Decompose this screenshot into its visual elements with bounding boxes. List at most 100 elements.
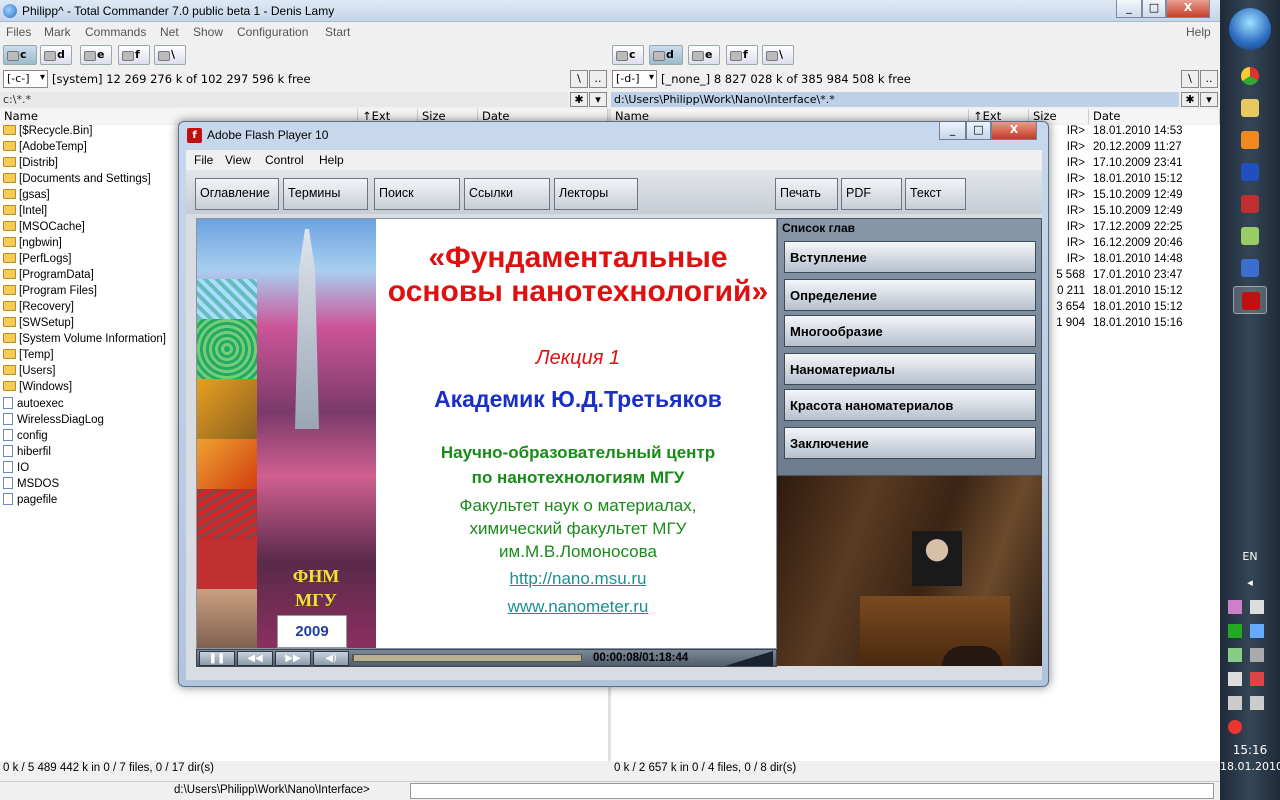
volume-icon[interactable] — [1228, 720, 1242, 734]
flash-menu-control[interactable]: Control — [265, 153, 304, 167]
menu-start[interactable]: Start — [325, 25, 350, 39]
nav-links-button[interactable]: Ссылки — [464, 178, 550, 210]
close-button[interactable]: X — [1166, 0, 1210, 18]
lecturer-figure — [912, 531, 962, 586]
taskbar-app5[interactable] — [1233, 190, 1267, 218]
nav-search-button[interactable]: Поиск — [374, 178, 460, 210]
tray-icon[interactable] — [1228, 600, 1242, 614]
nav-lecturers-button[interactable]: Лекторы — [554, 178, 638, 210]
slide-link-nanometer[interactable]: www.nanometer.ru — [379, 597, 777, 617]
flash-window-title: Adobe Flash Player 10 — [207, 128, 329, 142]
right-disk-info: [_none_] 8 827 028 k of 385 984 508 k fr… — [661, 72, 911, 86]
chapter-intro[interactable]: Вступление — [784, 241, 1036, 273]
menu-show[interactable]: Show — [193, 25, 223, 39]
right-network-drive-button[interactable]: \ — [762, 45, 794, 65]
bluetooth-icon[interactable] — [1250, 624, 1264, 638]
show-hidden-icons[interactable]: ◂ — [1220, 576, 1280, 589]
tray-icon[interactable] — [1250, 648, 1264, 662]
nav-print-button[interactable]: Печать — [775, 178, 838, 210]
right-drive-d-button[interactable]: d — [649, 45, 683, 65]
flash-menu-file[interactable]: File — [194, 153, 213, 167]
title-bar[interactable]: Philipp^ - Total Commander 7.0 public be… — [0, 0, 1220, 22]
taskbar-word[interactable] — [1233, 254, 1267, 282]
nav-text-button[interactable]: Текст — [905, 178, 966, 210]
right-drive-f-button[interactable]: f — [726, 45, 758, 65]
right-col-date[interactable]: Date — [1089, 109, 1220, 124]
slide-link-nano[interactable]: http://nano.msu.ru — [379, 569, 777, 589]
clock-time[interactable]: 15:16 — [1220, 743, 1280, 757]
menu-files[interactable]: Files — [6, 25, 31, 39]
flag-icon[interactable] — [1228, 672, 1242, 686]
left-drive-d-button[interactable]: d — [40, 45, 72, 65]
flash-icon: f — [187, 128, 202, 143]
nav-pdf-button[interactable]: PDF — [841, 178, 902, 210]
left-hotlist-button[interactable]: ▾ — [589, 92, 607, 107]
seek-bar[interactable] — [352, 654, 582, 662]
flash-close-button[interactable]: X — [991, 122, 1037, 140]
folder-icon — [3, 189, 16, 199]
power-icon[interactable] — [1228, 696, 1242, 710]
minimize-button[interactable]: _ — [1116, 0, 1142, 18]
menu-help[interactable]: Help — [1186, 25, 1211, 39]
right-root-button[interactable]: \ — [1181, 70, 1199, 88]
chapter-definition[interactable]: Определение — [784, 279, 1036, 311]
display-icon[interactable] — [1250, 696, 1264, 710]
volume-level-indicator[interactable] — [725, 651, 773, 666]
fnm-msu-badge: ФНМ МГУ — [292, 566, 340, 610]
network-icon[interactable] — [1250, 672, 1264, 686]
right-parent-button[interactable]: .. — [1200, 70, 1218, 88]
rewind-button[interactable]: ◀◀ — [237, 651, 273, 666]
slide-faculty: Факультет наук о материалах, химический … — [459, 496, 697, 561]
right-drive-e-button[interactable]: e — [688, 45, 720, 65]
folder-icon — [3, 317, 16, 327]
right-history-button[interactable]: ✱ — [1181, 92, 1199, 107]
right-drive-c-button[interactable]: c — [612, 45, 644, 65]
fast-forward-button[interactable]: ▶▶ — [275, 651, 311, 666]
chapter-diversity[interactable]: Многообразие — [784, 315, 1036, 347]
chapter-conclusion[interactable]: Заключение — [784, 427, 1036, 459]
menu-mark[interactable]: Mark — [44, 25, 71, 39]
maximize-button[interactable]: □ — [1142, 0, 1166, 18]
tray-icon[interactable] — [1250, 600, 1264, 614]
flash-maximize-button[interactable]: □ — [966, 122, 991, 140]
command-line-input[interactable] — [410, 783, 1214, 799]
left-drive-combo[interactable]: [-c-] — [3, 70, 48, 88]
right-path[interactable]: d:\Users\Philipp\Work\Nano\Interface\*.* — [611, 92, 1179, 107]
left-drive-c-button[interactable]: c — [3, 45, 37, 65]
flash-minimize-button[interactable]: _ — [939, 122, 966, 140]
lecture-video[interactable] — [777, 476, 1042, 666]
wireless-icon[interactable] — [1228, 648, 1242, 662]
left-drive-f-button[interactable]: f — [118, 45, 150, 65]
tray-icon[interactable] — [1228, 624, 1242, 638]
pause-button[interactable]: ❚❚ — [199, 651, 235, 666]
clock-date[interactable]: 18.01.2010 — [1220, 760, 1280, 773]
taskbar-chrome[interactable] — [1233, 62, 1267, 90]
taskbar-flash-player[interactable] — [1233, 286, 1267, 314]
start-button[interactable] — [1229, 8, 1271, 50]
nav-terms-button[interactable]: Термины — [283, 178, 368, 210]
chapter-beauty[interactable]: Красота наноматериалов — [784, 389, 1036, 421]
taskbar-explorer[interactable] — [1233, 94, 1267, 122]
left-parent-button[interactable]: .. — [589, 70, 607, 88]
file-name: MSDOS — [17, 478, 60, 490]
left-history-button[interactable]: ✱ — [570, 92, 588, 107]
nav-contents-button[interactable]: Оглавление — [195, 178, 279, 210]
right-drive-combo[interactable]: [-d-] — [612, 70, 657, 88]
flash-menu-view[interactable]: View — [225, 153, 251, 167]
left-network-drive-button[interactable]: \ — [154, 45, 186, 65]
chapter-nanomaterials[interactable]: Наноматериалы — [784, 353, 1036, 385]
left-path[interactable]: c:\*.* — [0, 92, 568, 107]
taskbar-media-player[interactable] — [1233, 126, 1267, 154]
right-hotlist-button[interactable]: ▾ — [1200, 92, 1218, 107]
menu-configuration[interactable]: Configuration — [237, 25, 308, 39]
taskbar-total-commander[interactable] — [1233, 158, 1267, 186]
taskbar-app6[interactable] — [1233, 222, 1267, 250]
flash-menu-help[interactable]: Help — [319, 153, 344, 167]
menu-commands[interactable]: Commands — [85, 25, 146, 39]
volume-button[interactable]: ◀) — [313, 651, 349, 666]
file-date: 18.01.2010 15:16 — [1093, 317, 1183, 329]
left-drive-e-button[interactable]: e — [80, 45, 112, 65]
left-root-button[interactable]: \ — [570, 70, 588, 88]
menu-net[interactable]: Net — [160, 25, 179, 39]
language-indicator[interactable]: EN — [1220, 550, 1280, 563]
